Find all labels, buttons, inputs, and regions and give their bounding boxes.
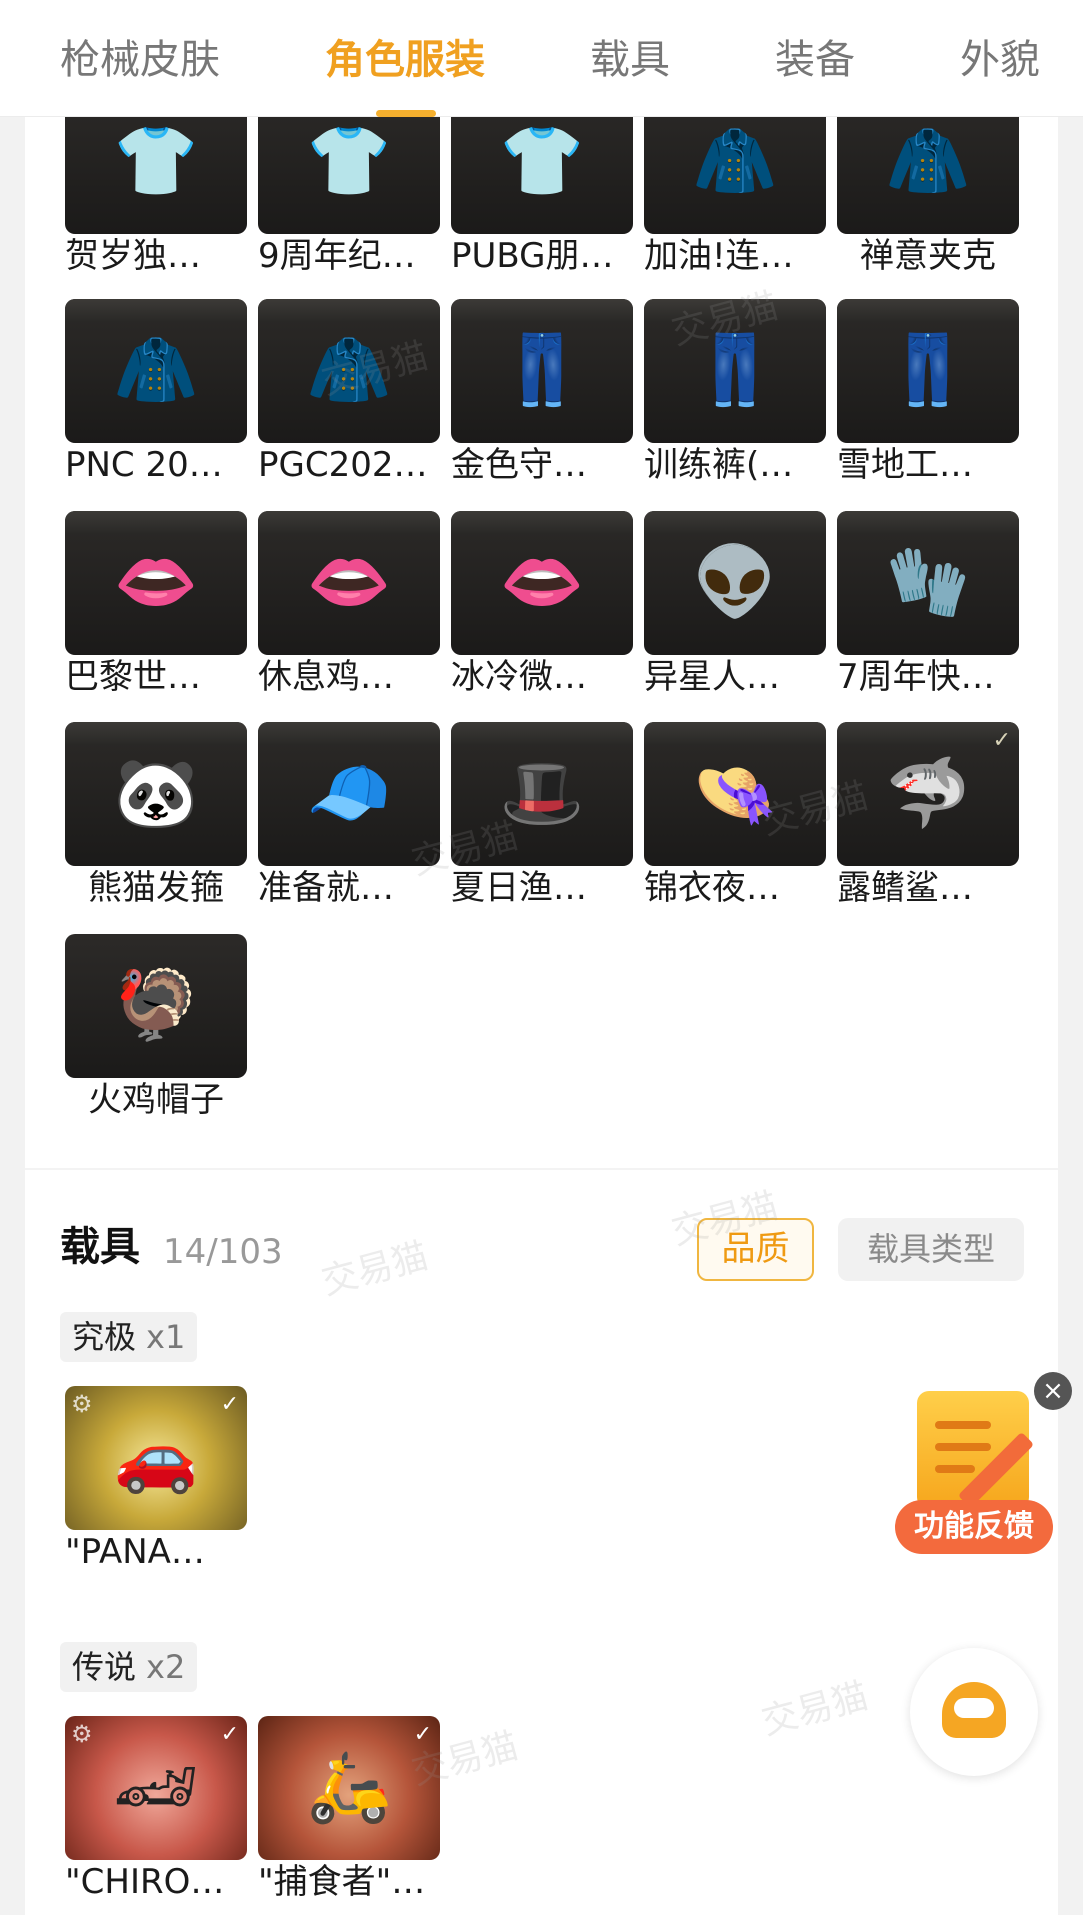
- outfit-name: 露鳍鲨…: [837, 868, 973, 908]
- outfit-item[interactable]: 🧢 准备就…: [258, 722, 440, 910]
- outfit-name: 雪地工…: [837, 445, 973, 485]
- vehicle-item[interactable]: ⚙ ✓ 🚗 "PANA…: [65, 1386, 247, 1574]
- outfit-item[interactable]: 🧥 PNC 20…: [65, 299, 247, 487]
- vehicle-thumbnail: ✓ 🛵: [258, 1716, 440, 1860]
- outfit-name: 金色守…: [451, 445, 587, 485]
- vehicle-item[interactable]: ⚙ ✓ 🏎 "CHIRO…: [65, 1716, 247, 1904]
- pants-icon: 👖: [499, 331, 585, 410]
- outfit-item[interactable]: 🧥 禅意夹克: [837, 90, 1019, 278]
- car-icon: 🚗: [113, 1418, 199, 1497]
- rarity-tag-ultimate: 究极 x1: [60, 1312, 198, 1362]
- outfit-thumbnail: 🦃: [65, 934, 247, 1078]
- tab-vehicles[interactable]: 载具: [590, 30, 670, 90]
- vehicle-thumbnail: ⚙ ✓ 🚗: [65, 1386, 247, 1530]
- section-count: 14/103: [163, 1232, 283, 1272]
- active-tab-indicator: [376, 110, 436, 117]
- outfit-item[interactable]: 👽 异星人…: [644, 511, 826, 699]
- tab-character-outfits[interactable]: 角色服装: [325, 30, 485, 90]
- outfit-thumbnail: 👄: [451, 511, 633, 655]
- outfit-thumbnail: 👖: [451, 299, 633, 443]
- outfit-thumbnail: 🧥: [65, 299, 247, 443]
- outfit-item[interactable]: 👄 休息鸡…: [258, 511, 440, 699]
- outfit-name: PGC202…: [258, 445, 428, 485]
- outfit-thumbnail: 👄: [258, 511, 440, 655]
- scooter-icon: 🛵: [306, 1748, 392, 1827]
- section-title: 载具: [60, 1224, 140, 1270]
- rarity-name: 传说: [72, 1648, 137, 1686]
- rarity-name: 究极: [72, 1318, 137, 1356]
- outfit-item[interactable]: 👕 PUBG朋…: [451, 90, 633, 278]
- vehicle-thumbnail: ⚙ ✓ 🏎: [65, 1716, 247, 1860]
- outfit-name: 巴黎世…: [65, 657, 201, 697]
- outfit-item[interactable]: 👖 金色守…: [451, 299, 633, 487]
- outfit-thumbnail: 👖: [837, 299, 1019, 443]
- feedback-label: 功能反馈: [895, 1500, 1053, 1554]
- outfit-name: 冰冷微…: [451, 657, 587, 697]
- outfit-name: 火鸡帽子: [88, 1080, 224, 1120]
- outfit-thumbnail: 🧤: [837, 511, 1019, 655]
- car-icon: 🏎: [112, 1748, 200, 1827]
- outfit-name: PNC 20…: [65, 445, 223, 485]
- outfit-item[interactable]: 👖 雪地工…: [837, 299, 1019, 487]
- outfit-name: 贺岁独…: [65, 236, 201, 276]
- tab-equipment[interactable]: 装备: [775, 30, 855, 90]
- panda-headband-icon: 🐼: [113, 754, 199, 833]
- outfit-item[interactable]: 🧤 7周年快…: [837, 511, 1019, 699]
- alien-icon: 👽: [692, 543, 778, 622]
- rarity-tag-legendary: 传说 x2: [60, 1642, 198, 1692]
- outfit-name: 异星人…: [644, 657, 780, 697]
- mask-icon: 👄: [306, 543, 392, 622]
- outfit-item[interactable]: 👄 巴黎世…: [65, 511, 247, 699]
- outfit-name: 9周年纪…: [258, 236, 416, 276]
- jacket-icon: 🧥: [113, 331, 199, 410]
- outfit-name: 准备就…: [258, 868, 394, 908]
- outfit-name: 熊猫发箍: [88, 868, 224, 908]
- vehicle-type-filter-button[interactable]: 载具类型: [838, 1218, 1024, 1281]
- outfit-item[interactable]: 🦃 火鸡帽子: [65, 934, 247, 1122]
- outfit-item[interactable]: 🧥 加油!连…: [644, 90, 826, 278]
- outfit-name: 夏日渔…: [451, 868, 587, 908]
- outfit-name: PUBG朋…: [451, 236, 614, 276]
- category-tab-bar: 枪械皮肤 角色服装 载具 装备 外貌: [0, 0, 1083, 117]
- tab-appearance[interactable]: 外貌: [960, 30, 1040, 90]
- outfit-name: 训练裤(…: [644, 445, 794, 485]
- rarity-count: x2: [146, 1648, 186, 1686]
- outfit-item[interactable]: 👕 贺岁独…: [65, 90, 247, 278]
- outfit-thumbnail: 👽: [644, 511, 826, 655]
- outfit-thumbnail: 👄: [65, 511, 247, 655]
- tab-gun-skins[interactable]: 枪械皮肤: [60, 30, 220, 90]
- gloves-icon: 🧤: [885, 543, 971, 622]
- assistant-button[interactable]: [910, 1648, 1038, 1776]
- mask-icon: 👄: [113, 543, 199, 622]
- section-divider: [25, 1168, 1058, 1170]
- rarity-count: x1: [146, 1318, 186, 1356]
- outfit-name: 禅意夹克: [860, 236, 996, 276]
- vehicle-name: "PANA…: [65, 1532, 205, 1572]
- feedback-widget[interactable]: 功能反馈: [895, 1385, 1055, 1555]
- mask-icon: 👄: [499, 543, 585, 622]
- close-icon[interactable]: ×: [1034, 1372, 1072, 1410]
- outfit-name: 7周年快…: [837, 657, 995, 697]
- outfit-item[interactable]: 👄 冰冷微…: [451, 511, 633, 699]
- outfit-thumbnail: 🐼: [65, 722, 247, 866]
- outfit-name: 锦衣夜…: [644, 868, 780, 908]
- outfit-name: 加油!连…: [644, 236, 794, 276]
- owned-check-icon: ✓: [992, 728, 1011, 753]
- outfit-name: 休息鸡…: [258, 657, 394, 697]
- outfit-item[interactable]: 🐼 熊猫发箍: [65, 722, 247, 910]
- turkey-hat-icon: 🦃: [113, 966, 199, 1045]
- vehicle-name: "捕食者"…: [258, 1862, 426, 1902]
- pants-icon: 👖: [885, 331, 971, 410]
- vehicle-name: "CHIRO…: [65, 1862, 225, 1902]
- outfit-item[interactable]: 👕 9周年纪…: [258, 90, 440, 278]
